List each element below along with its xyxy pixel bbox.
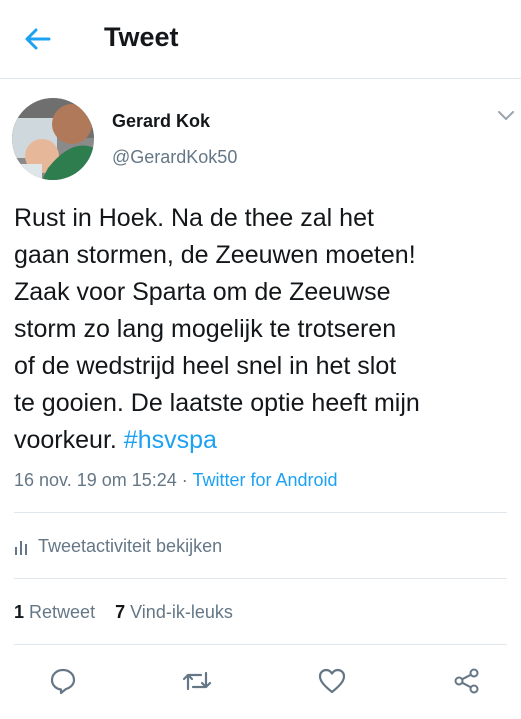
retweet-label: Retweet xyxy=(29,602,96,622)
meta-separator: · xyxy=(176,470,193,490)
retweet-icon xyxy=(182,671,212,691)
tweet-text: Rust in Hoek. Na de thee zal het gaan st… xyxy=(14,200,514,459)
like-count: 7 xyxy=(115,602,126,622)
reply-icon xyxy=(50,668,76,695)
share-icon xyxy=(454,668,479,694)
avatar-image xyxy=(12,98,94,180)
share-button[interactable] xyxy=(450,664,484,698)
back-button[interactable] xyxy=(20,22,54,56)
source-link[interactable]: Twitter for Android xyxy=(192,470,337,490)
like-label: Vind-ik-leuks xyxy=(130,602,233,622)
retweet-stat[interactable]: 1 Retweet xyxy=(14,602,95,622)
avatar[interactable] xyxy=(12,98,94,180)
tweet-body: Rust in Hoek. Na de thee zal het gaan st… xyxy=(14,204,420,454)
author-name[interactable]: Gerard Kok xyxy=(112,111,210,132)
bar-chart-icon xyxy=(15,540,27,555)
author-handle[interactable]: @GerardKok50 xyxy=(112,147,237,168)
like-button[interactable] xyxy=(315,664,349,698)
retweet-count: 1 xyxy=(14,602,25,622)
engagement-stats: 1 Retweet 7 Vind-ik-leuks xyxy=(14,602,233,623)
heart-icon xyxy=(318,668,346,694)
page-title: Tweet xyxy=(104,22,179,52)
hashtag-link[interactable]: #hsvspa xyxy=(124,426,217,454)
divider xyxy=(14,644,507,645)
chevron-down-icon[interactable] xyxy=(497,110,515,122)
timestamp: 16 nov. 19 om 15:24 xyxy=(14,470,177,490)
retweet-button[interactable] xyxy=(180,664,214,698)
divider xyxy=(14,512,507,513)
divider xyxy=(14,578,507,579)
tweet-activity-label: Tweetactiviteit bekijken xyxy=(38,536,223,556)
top-bar: Tweet xyxy=(0,0,521,79)
tweet-meta: 16 nov. 19 om 15:24 · Twitter for Androi… xyxy=(14,470,338,491)
tweet-activity-link[interactable]: Tweetactiviteit bekijken xyxy=(14,536,222,557)
like-stat[interactable]: 7 Vind-ik-leuks xyxy=(115,602,233,622)
reply-button[interactable] xyxy=(46,664,80,698)
arrow-left-icon xyxy=(25,28,51,50)
